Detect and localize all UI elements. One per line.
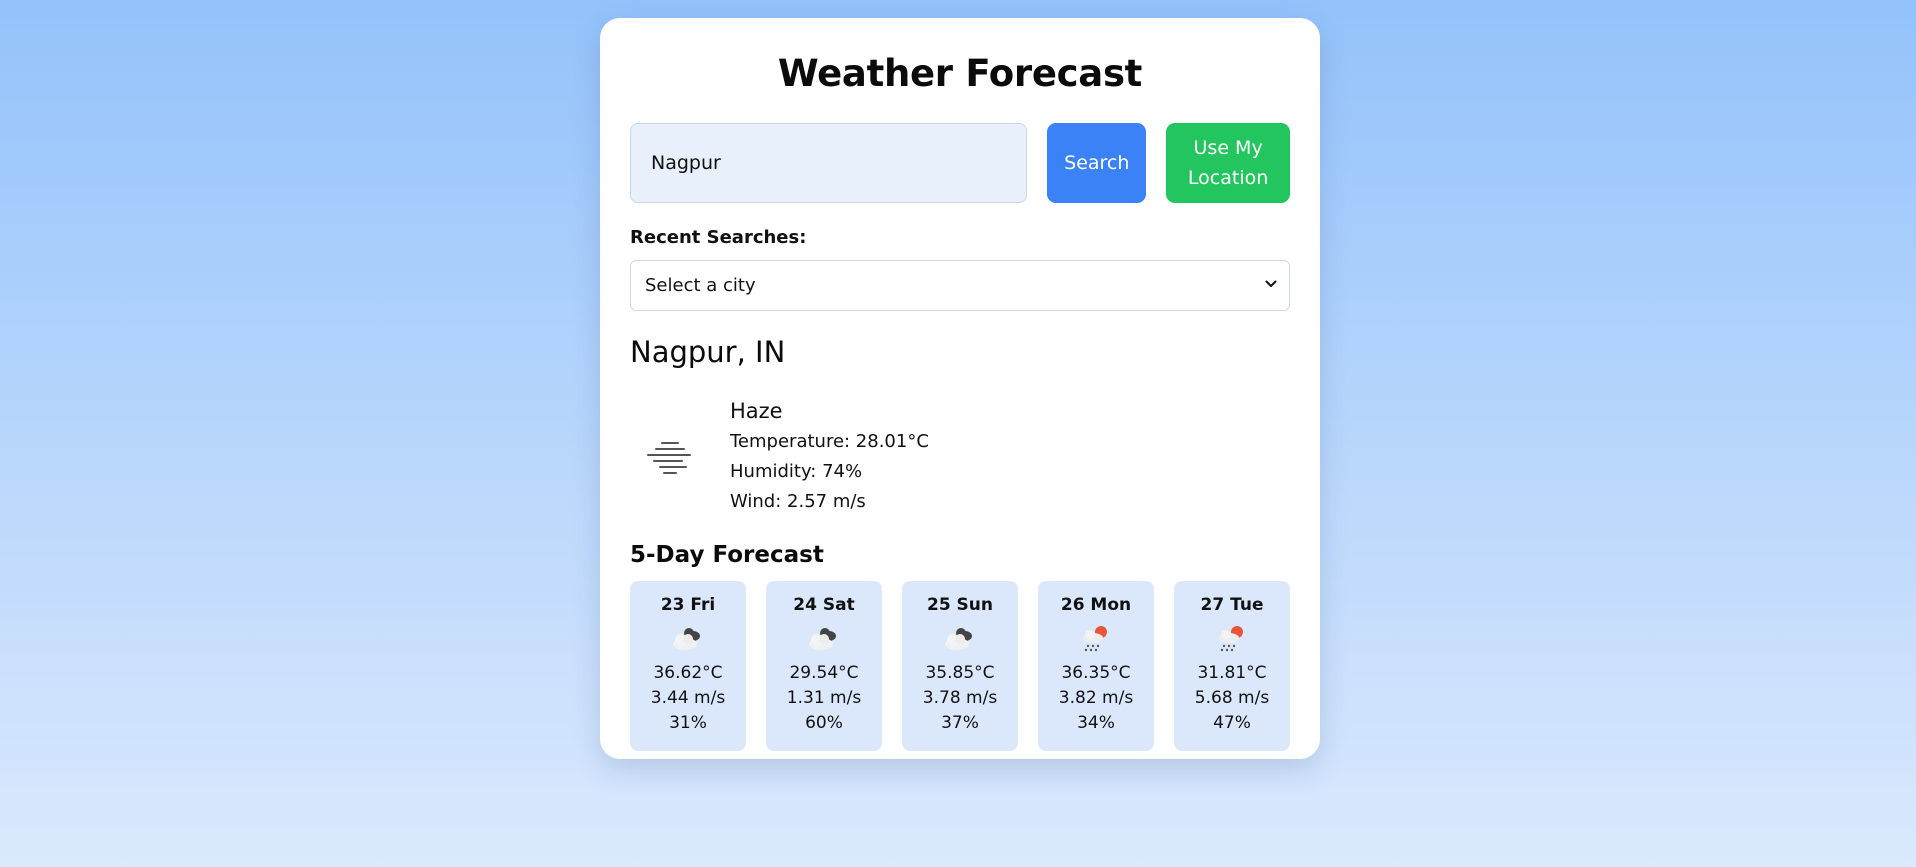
forecast-day-card: 27 Tue 31.81°C 5.68 m/s 47% — [1174, 581, 1290, 752]
forecast-icon-wrap — [1038, 617, 1154, 661]
temperature-text: Temperature: 28.01°C — [730, 431, 929, 453]
forecast-temp: 36.35°C — [1061, 663, 1131, 684]
forecast-day-label: 26 Mon — [1060, 595, 1132, 616]
light-rain-sun-icon — [1219, 626, 1243, 652]
weather-condition: Haze — [730, 399, 783, 424]
search-button[interactable]: Search — [1047, 123, 1147, 203]
broken-clouds-icon — [809, 628, 836, 651]
city-search-input[interactable] — [630, 123, 1028, 203]
forecast-icon-wrap — [1174, 617, 1290, 661]
recent-searches-label: Recent Searches: — [630, 227, 807, 248]
forecast-day-label: 23 Fri — [660, 595, 716, 616]
forecast-title: 5-Day Forecast — [630, 542, 824, 569]
use-my-location-button[interactable]: Use My Location — [1166, 123, 1290, 203]
search-row: Search Use My Location — [630, 123, 1290, 203]
current-weather-details: Haze Temperature: 28.01°C Humidity: 74% … — [730, 395, 929, 519]
forecast-temp: 36.62°C — [653, 663, 723, 684]
forecast-wind: 1.31 m/s — [786, 688, 862, 709]
light-rain-sun-icon — [1083, 626, 1107, 652]
current-weather-icon-wrap — [630, 395, 730, 519]
forecast-temp: 29.54°C — [789, 663, 859, 684]
forecast-icon-wrap — [766, 617, 882, 661]
weather-card: Weather Forecast Search Use My Location … — [600, 18, 1320, 759]
forecast-humidity: 31% — [669, 713, 707, 734]
recent-city-select[interactable]: Select a city — [630, 260, 1290, 311]
forecast-day-card: 25 Sun 35.85°C 3.78 m/s 37% — [902, 581, 1018, 752]
forecast-humidity: 60% — [805, 713, 843, 734]
forecast-temp: 35.85°C — [925, 663, 995, 684]
forecast-wind: 3.78 m/s — [922, 688, 998, 709]
forecast-day-card: 23 Fri 36.62°C 3.44 m/s 31% — [630, 581, 746, 752]
forecast-list: 23 Fri 36.62°C 3.44 m/s 31% 24 Sat 29.54… — [630, 581, 1290, 752]
current-weather: Haze Temperature: 28.01°C Humidity: 74% … — [630, 395, 1290, 519]
haze-icon — [647, 442, 691, 475]
forecast-day-label: 24 Sat — [793, 595, 855, 616]
current-location-title: Nagpur, IN — [630, 335, 786, 369]
forecast-humidity: 37% — [941, 713, 979, 734]
wind-text: Wind: 2.57 m/s — [730, 491, 866, 513]
forecast-wind: 3.44 m/s — [650, 688, 726, 709]
forecast-icon-wrap — [630, 617, 746, 661]
recent-searches-dropdown[interactable]: Select a city — [630, 260, 1290, 311]
forecast-icon-wrap — [902, 617, 1018, 661]
forecast-wind: 3.82 m/s — [1058, 688, 1134, 709]
humidity-text: Humidity: 74% — [730, 461, 863, 483]
forecast-humidity: 34% — [1077, 713, 1115, 734]
forecast-day-label: 25 Sun — [926, 595, 994, 616]
broken-clouds-icon — [945, 628, 972, 651]
forecast-wind: 5.68 m/s — [1194, 688, 1270, 709]
forecast-humidity: 47% — [1213, 713, 1251, 734]
page-title: Weather Forecast — [777, 52, 1143, 95]
broken-clouds-icon — [673, 628, 700, 651]
forecast-day-label: 27 Tue — [1200, 595, 1264, 616]
forecast-day-card: 26 Mon 36.35°C 3.82 m/s 34% — [1038, 581, 1154, 752]
forecast-temp: 31.81°C — [1197, 663, 1267, 684]
forecast-day-card: 24 Sat 29.54°C 1.31 m/s 60% — [766, 581, 882, 752]
